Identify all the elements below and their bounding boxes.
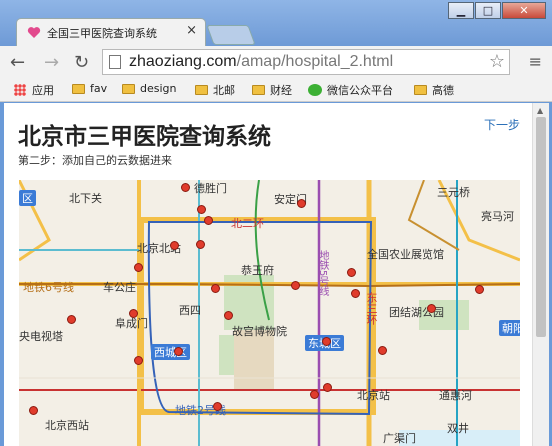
bookmark-gaode[interactable]: 高德 <box>414 82 454 98</box>
hospital-marker[interactable] <box>297 199 306 208</box>
hospital-marker[interactable] <box>204 216 213 225</box>
browser-window: 全国三甲医院查询系统 × ▁ □ ✕ ← → ↻ zhaoziang.com/a… <box>0 0 552 446</box>
scrollbar-thumb[interactable] <box>536 117 546 337</box>
next-step-link[interactable]: 下一步 <box>484 116 520 133</box>
forward-button[interactable]: → <box>44 52 59 73</box>
heart-icon <box>27 27 41 38</box>
hospital-marker[interactable] <box>224 311 233 320</box>
bookmarks-bar: 应用 fav design 北邮 财经 微信公众平台 高德 <box>0 78 552 102</box>
hospital-marker[interactable] <box>67 315 76 324</box>
apps-icon <box>14 84 26 96</box>
hospital-marker[interactable] <box>170 241 179 250</box>
page-content: 北京市三甲医院查询系统 第二步：添加自己的云数据进来 下一步 北下关 德胜门 安… <box>4 103 532 446</box>
map-roads <box>19 180 520 446</box>
bookmark-star-icon[interactable]: ☆ <box>489 51 505 72</box>
hospital-marker[interactable] <box>211 284 220 293</box>
hospital-marker[interactable] <box>197 205 206 214</box>
district-badge: 区 <box>19 190 36 206</box>
map-label-subway6: 地铁6号线 <box>23 281 74 294</box>
hospital-marker[interactable] <box>310 390 319 399</box>
reload-button[interactable]: ↻ <box>74 52 89 73</box>
folder-icon <box>195 85 208 95</box>
bookmark-design[interactable]: design <box>122 82 177 95</box>
folder-icon <box>122 83 135 94</box>
map-label-dongsanhuan: 东三环 <box>365 292 378 325</box>
minimize-button[interactable]: ▁ <box>448 2 474 19</box>
bookmark-wechat[interactable]: 微信公众平台 <box>308 82 393 98</box>
map-label-liangmahe: 亮马河 <box>481 210 514 223</box>
new-tab-button[interactable] <box>206 25 256 45</box>
folder-icon <box>72 83 85 94</box>
map-label-beijingxizhan: 北京西站 <box>45 419 89 432</box>
page-title: 北京市三甲医院查询系统 <box>18 124 271 150</box>
window-controls: ▁ □ ✕ <box>447 2 546 20</box>
hospital-marker[interactable] <box>196 240 205 249</box>
bookmark-fav[interactable]: fav <box>72 82 107 95</box>
hospital-marker[interactable] <box>291 281 300 290</box>
wechat-icon <box>308 84 322 96</box>
map-label-chegongzhuang: 车公庄 <box>103 281 136 294</box>
page-icon <box>109 55 121 69</box>
map-label-tv-tower: 央电视塔 <box>19 330 63 343</box>
close-button[interactable]: ✕ <box>502 2 546 19</box>
map-label-gugong: 故宫博物院 <box>232 325 287 338</box>
bookmark-apps[interactable]: 应用 <box>14 82 54 98</box>
map-label-nongyezhanlanguan: 全国农业展览馆 <box>367 248 444 261</box>
page-subtitle: 第二步：添加自己的云数据进来 <box>18 154 172 167</box>
hospital-marker[interactable] <box>322 337 331 346</box>
url-text: zhaoziang.com/amap/hospital_2.html <box>129 53 394 70</box>
scroll-up-arrow-icon[interactable]: ▲ <box>537 106 543 115</box>
map-label-shuangjing: 双井 <box>447 422 469 435</box>
hospital-marker[interactable] <box>427 304 436 313</box>
folder-icon <box>414 85 427 95</box>
map-label-xisi: 西四 <box>179 304 201 317</box>
hospital-marker[interactable] <box>323 383 332 392</box>
map-label-subway5: 地铁5号线 <box>317 250 328 297</box>
browser-tab[interactable]: 全国三甲医院查询系统 × <box>16 18 206 46</box>
hospital-marker[interactable] <box>134 356 143 365</box>
address-bar[interactable]: zhaoziang.com/amap/hospital_2.html ☆ <box>102 49 510 75</box>
map-label-tonghuihe: 通惠河 <box>439 389 472 402</box>
tab-close-icon[interactable]: × <box>186 23 197 38</box>
title-bar: 全国三甲医院查询系统 × ▁ □ ✕ <box>0 0 552 46</box>
bookmark-beiyou[interactable]: 北邮 <box>195 82 235 98</box>
hospital-marker[interactable] <box>213 402 222 411</box>
hospital-marker[interactable] <box>174 347 183 356</box>
hospital-marker[interactable] <box>29 406 38 415</box>
hospital-marker[interactable] <box>134 263 143 272</box>
map-view[interactable]: 北下关 德胜门 安定门 三元桥 北二环 北京北站 全国农业展览馆 亮马河 地铁6… <box>19 180 520 446</box>
hospital-marker[interactable] <box>347 268 356 277</box>
map-label-deshengmen: 德胜门 <box>194 182 227 195</box>
bookmark-caijing[interactable]: 财经 <box>252 82 292 98</box>
vertical-scrollbar[interactable]: ▲ <box>532 103 549 446</box>
map-label-gongwangfu: 恭王府 <box>241 264 274 277</box>
hospital-marker[interactable] <box>181 183 190 192</box>
map-label-beijingzhan: 北京站 <box>357 389 390 402</box>
browser-toolbar: ← → ↻ zhaoziang.com/amap/hospital_2.html… <box>0 46 552 78</box>
map-label-guangqumen: 广渠门 <box>383 432 416 445</box>
hospital-marker[interactable] <box>475 285 484 294</box>
tab-title: 全国三甲医院查询系统 <box>47 27 157 40</box>
hospital-marker[interactable] <box>378 346 387 355</box>
hospital-marker[interactable] <box>129 309 138 318</box>
back-button[interactable]: ← <box>10 52 25 73</box>
district-badge-xicheng: 西城区 <box>151 344 190 360</box>
menu-icon[interactable]: ≡ <box>529 52 542 71</box>
hospital-marker[interactable] <box>351 289 360 298</box>
maximize-button[interactable]: □ <box>475 2 501 19</box>
district-badge-chaoyang: 朝阳 <box>499 320 520 336</box>
folder-icon <box>252 85 265 95</box>
map-label-beixiaguan: 北下关 <box>69 192 102 205</box>
map-label-sanyuanqiao: 三元桥 <box>437 186 470 199</box>
map-label-beierhuan: 北二环 <box>231 217 264 230</box>
